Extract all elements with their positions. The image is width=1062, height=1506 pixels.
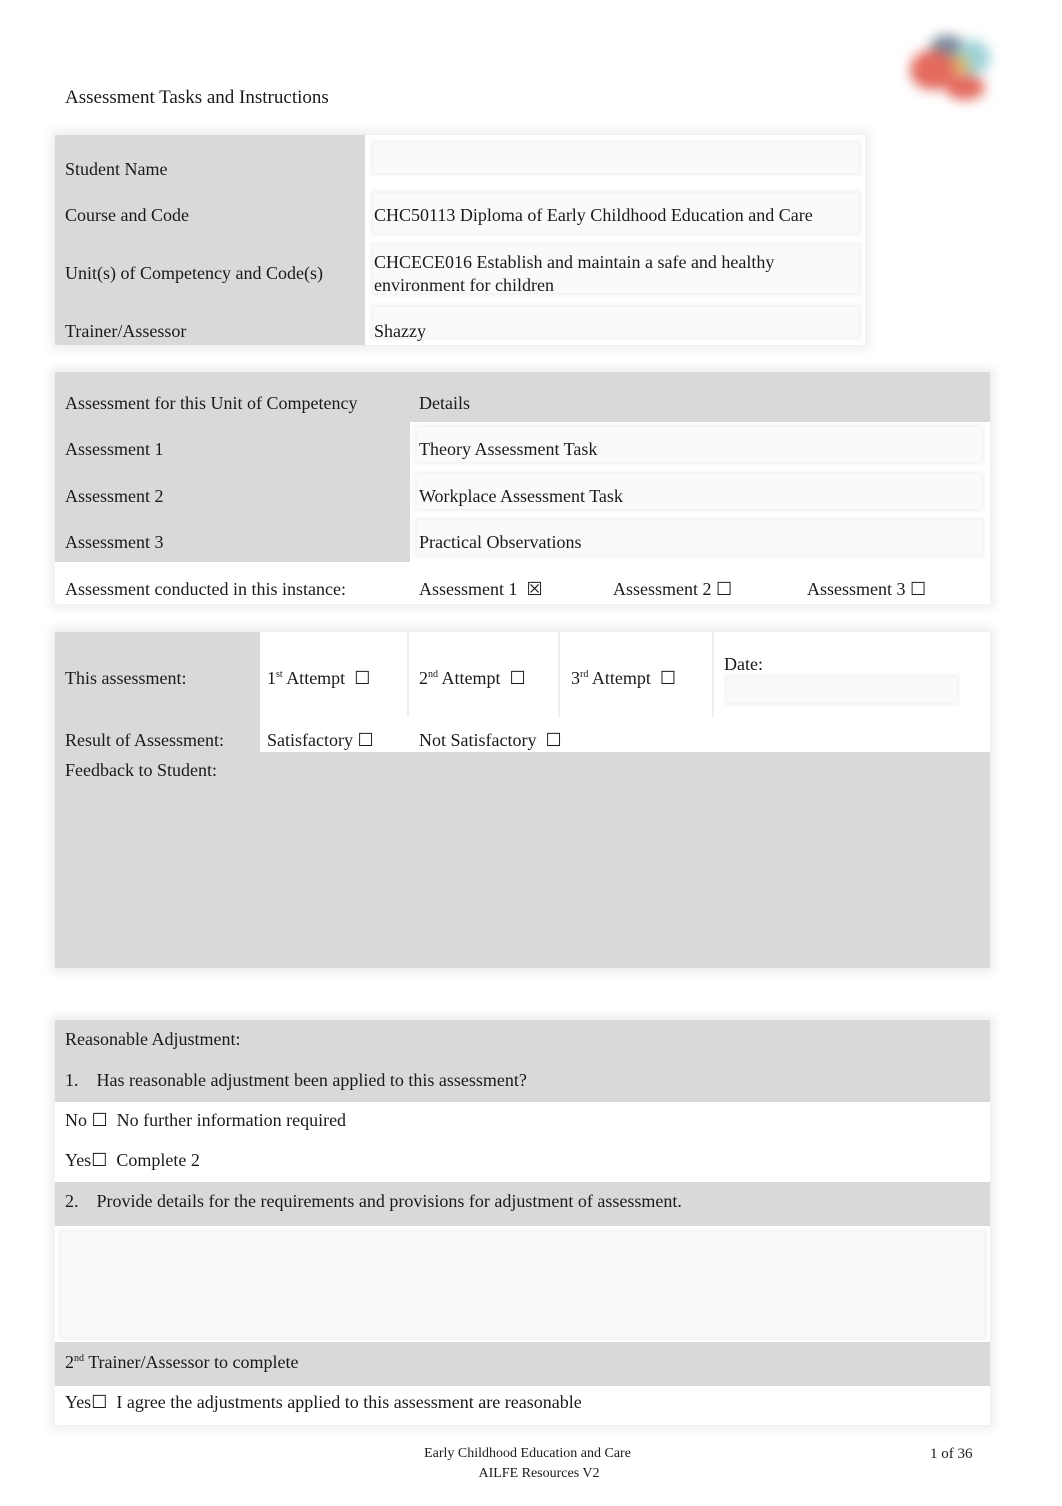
trainer-value: Shazzy — [374, 321, 426, 341]
ra-agree-option[interactable]: Yes☐ I agree the adjustments applied to … — [65, 1392, 582, 1413]
ra-no-option[interactable]: No ☐ No further information required — [65, 1110, 346, 1131]
conducted-option-3-checkbox[interactable]: ☐ — [910, 579, 926, 599]
conducted-option-3[interactable]: Assessment 3 ☐ — [807, 579, 926, 600]
assessment-header-left: Assessment for this Unit of Competency — [65, 393, 358, 413]
unit-code-value-line2: environment for children — [374, 275, 554, 295]
ra-agree-text: I agree the adjustments applied to this … — [116, 1392, 582, 1412]
ra-no-label: No — [65, 1110, 87, 1130]
ra-q1: 1. Has reasonable adjustment been applie… — [65, 1070, 527, 1091]
assessment-header-right: Details — [419, 393, 470, 413]
attempt-2-num: 2 — [419, 668, 428, 688]
ra-yes-label: Yes — [65, 1150, 92, 1170]
feedback-label: Feedback to Student: — [65, 760, 217, 780]
not-satisfactory-label: Not Satisfactory — [419, 730, 537, 750]
student-name-field[interactable] — [373, 143, 859, 173]
attempt-3-suffix: rd — [580, 669, 589, 680]
attempt-2-checkbox[interactable]: ☐ — [510, 668, 526, 688]
attempt-1-checkbox[interactable]: ☐ — [354, 668, 370, 688]
course-code-value: CHC50113 Diploma of Early Childhood Educ… — [374, 205, 813, 225]
ra-q2: 2. Provide details for the requirements … — [65, 1191, 682, 1212]
this-assessment-label: This assessment: — [65, 668, 187, 688]
assessment-1-label: Assessment 1 — [65, 439, 164, 459]
page-number: 1 of 36 — [930, 1446, 973, 1462]
ra-yes-checkbox[interactable]: ☐ — [91, 1150, 107, 1170]
attempt-1[interactable]: 1st Attempt ☐ — [267, 668, 370, 689]
conducted-option-1-label: Assessment 1 — [419, 579, 518, 599]
assessment-2-detail: Workplace Assessment Task — [419, 486, 623, 506]
ra-heading: Reasonable Adjustment: — [65, 1029, 241, 1049]
attempt-2-label: Attempt — [441, 668, 501, 688]
assessment-3-label: Assessment 3 — [65, 532, 164, 552]
ra-yes-option[interactable]: Yes☐ Complete 2 — [65, 1150, 200, 1171]
conducted-option-2[interactable]: Assessment 2 ☐ — [613, 579, 732, 600]
student-name-label: Student Name — [65, 159, 168, 179]
attempt-3-num: 3 — [571, 668, 580, 688]
attempt-divider-3 — [712, 632, 714, 717]
satisfactory-option[interactable]: Satisfactory ☐ — [267, 730, 374, 751]
conducted-option-1[interactable]: Assessment 1 ☒ — [419, 579, 543, 600]
conducted-option-1-checkbox[interactable]: ☒ — [527, 579, 543, 599]
attempt-2-suffix: nd — [428, 669, 438, 680]
ra-no-text: No further information required — [116, 1110, 347, 1130]
ra-second-assessor-num: 2 — [65, 1352, 74, 1372]
ra-no-checkbox[interactable]: ☐ — [92, 1110, 108, 1130]
conducted-label: Assessment conducted in this instance: — [65, 579, 346, 599]
assessment-2-label: Assessment 2 — [65, 486, 164, 506]
ra-q1-number: 1. — [65, 1070, 79, 1090]
page-title: Assessment Tasks and Instructions — [65, 87, 329, 108]
attempt-3[interactable]: 3rd Attempt ☐ — [571, 668, 676, 689]
not-satisfactory-option[interactable]: Not Satisfactory ☐ — [419, 730, 562, 751]
course-code-label: Course and Code — [65, 205, 189, 225]
assessment-1-detail: Theory Assessment Task — [419, 439, 598, 459]
date-label: Date: — [724, 654, 763, 674]
footer-line-1: Early Childhood Education and Care — [424, 1446, 631, 1461]
ra-agree-label: Yes — [65, 1392, 92, 1412]
trainer-field[interactable] — [373, 307, 859, 337]
satisfactory-label: Satisfactory — [267, 730, 353, 750]
ra-q1-text: Has reasonable adjustment been applied t… — [96, 1070, 527, 1090]
date-field[interactable] — [727, 677, 957, 703]
attempt-1-label: Attempt — [286, 668, 346, 688]
ra-agree-checkbox[interactable]: ☐ — [91, 1392, 107, 1412]
ra-q2-text: Provide details for the requirements and… — [96, 1191, 682, 1211]
attempt-1-suffix: st — [276, 669, 283, 680]
conducted-option-2-label: Assessment 2 — [613, 579, 712, 599]
ra-second-assessor: 2nd Trainer/Assessor to complete — [65, 1352, 299, 1373]
footer-line-2: AILFE Resources V2 — [478, 1466, 600, 1481]
not-satisfactory-checkbox[interactable]: ☐ — [545, 730, 561, 750]
ra-q2-number: 2. — [65, 1191, 79, 1211]
conducted-option-2-checkbox[interactable]: ☐ — [716, 579, 732, 599]
attempt-1-num: 1 — [267, 668, 276, 688]
ra-second-assessor-text: Trainer/Assessor to complete — [88, 1352, 299, 1372]
organisation-logo — [900, 30, 995, 105]
attempt-2[interactable]: 2nd Attempt ☐ — [419, 668, 526, 689]
attempt-3-checkbox[interactable]: ☐ — [660, 668, 676, 688]
conducted-option-3-label: Assessment 3 — [807, 579, 906, 599]
ra-yes-text: Complete 2 — [116, 1150, 200, 1170]
student-info-table — [55, 135, 865, 345]
ra-details-field[interactable] — [61, 1232, 984, 1337]
unit-code-value-line1: CHCECE016 Establish and maintain a safe … — [374, 252, 775, 272]
satisfactory-checkbox[interactable]: ☐ — [357, 730, 373, 750]
result-label: Result of Assessment: — [65, 730, 225, 750]
trainer-label: Trainer/Assessor — [65, 321, 187, 341]
assessment-3-detail: Practical Observations — [419, 532, 582, 552]
ra-second-assessor-suffix: nd — [74, 1353, 84, 1364]
attempt-divider-2 — [558, 632, 560, 717]
unit-code-label: Unit(s) of Competency and Code(s) — [65, 263, 323, 283]
attempt-3-label: Attempt — [591, 668, 651, 688]
feedback-area[interactable] — [55, 752, 990, 968]
attempt-dividers — [407, 632, 409, 717]
